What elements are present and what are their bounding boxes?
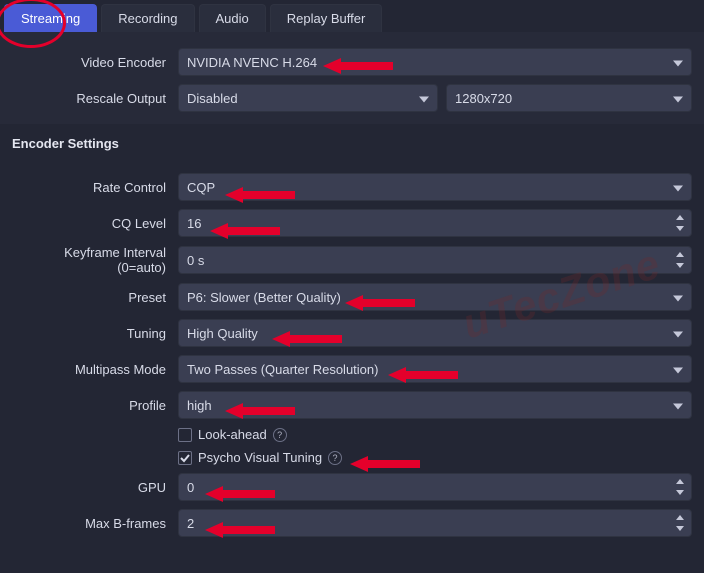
tuning-select[interactable]: High Quality (178, 319, 692, 347)
multipass-select[interactable]: Two Passes (Quarter Resolution) (178, 355, 692, 383)
max-bframes-label: Max B-frames (12, 516, 170, 531)
max-bframes-down[interactable] (673, 523, 687, 534)
preset-value: P6: Slower (Better Quality) (187, 290, 341, 305)
rescale-output-value: Disabled (187, 91, 238, 106)
tuning-label: Tuning (12, 326, 170, 341)
preset-label: Preset (12, 290, 170, 305)
chevron-down-icon (419, 91, 429, 106)
top-section: Video Encoder NVIDIA NVENC H.264 Rescale… (0, 32, 704, 124)
chevron-down-icon (673, 180, 683, 195)
gpu-value: 0 (187, 480, 194, 495)
chevron-down-icon (673, 290, 683, 305)
profile-value: high (187, 398, 212, 413)
preset-select[interactable]: P6: Slower (Better Quality) (178, 283, 692, 311)
chevron-down-icon (673, 326, 683, 341)
psycho-checkbox[interactable] (178, 451, 192, 465)
video-encoder-value: NVIDIA NVENC H.264 (187, 55, 317, 70)
help-icon[interactable]: ? (328, 451, 342, 465)
profile-label: Profile (12, 398, 170, 413)
tab-audio[interactable]: Audio (199, 4, 266, 32)
keyframe-down[interactable] (673, 260, 687, 271)
max-bframes-value: 2 (187, 516, 194, 531)
lookahead-label: Look-ahead (198, 427, 267, 442)
tuning-value: High Quality (187, 326, 258, 341)
rate-control-select[interactable]: CQP (178, 173, 692, 201)
keyframe-value: 0 s (187, 253, 204, 268)
max-bframes-up[interactable] (673, 512, 687, 523)
video-encoder-label: Video Encoder (12, 55, 170, 70)
video-encoder-select[interactable]: NVIDIA NVENC H.264 (178, 48, 692, 76)
multipass-label: Multipass Mode (12, 362, 170, 377)
gpu-down[interactable] (673, 487, 687, 498)
cq-level-label: CQ Level (12, 216, 170, 231)
cq-level-value: 16 (187, 216, 201, 231)
rate-control-label: Rate Control (12, 180, 170, 195)
tab-replay-buffer[interactable]: Replay Buffer (270, 4, 383, 32)
resolution-value: 1280x720 (455, 91, 512, 106)
profile-select[interactable]: high (178, 391, 692, 419)
chevron-down-icon (673, 91, 683, 106)
rescale-output-label: Rescale Output (12, 91, 170, 106)
chevron-down-icon (673, 362, 683, 377)
tab-streaming[interactable]: Streaming (4, 4, 97, 32)
gpu-up[interactable] (673, 476, 687, 487)
cq-level-down[interactable] (673, 223, 687, 234)
encoder-section: Rate Control CQP CQ Level 16 Keyframe In… (0, 157, 704, 549)
gpu-input[interactable]: 0 (178, 473, 692, 501)
gpu-label: GPU (12, 480, 170, 495)
resolution-select[interactable]: 1280x720 (446, 84, 692, 112)
max-bframes-input[interactable]: 2 (178, 509, 692, 537)
rescale-output-select[interactable]: Disabled (178, 84, 438, 112)
psycho-label: Psycho Visual Tuning (198, 450, 322, 465)
encoder-settings-heading: Encoder Settings (0, 124, 704, 157)
keyframe-label: Keyframe Interval (0=auto) (12, 245, 170, 275)
tab-recording[interactable]: Recording (101, 4, 194, 32)
chevron-down-icon (673, 398, 683, 413)
help-icon[interactable]: ? (273, 428, 287, 442)
cq-level-input[interactable]: 16 (178, 209, 692, 237)
keyframe-input[interactable]: 0 s (178, 246, 692, 274)
lookahead-checkbox[interactable] (178, 428, 192, 442)
multipass-value: Two Passes (Quarter Resolution) (187, 362, 378, 377)
rate-control-value: CQP (187, 180, 215, 195)
chevron-down-icon (673, 55, 683, 70)
cq-level-up[interactable] (673, 212, 687, 223)
tabs-bar: Streaming Recording Audio Replay Buffer (0, 0, 704, 32)
keyframe-up[interactable] (673, 249, 687, 260)
